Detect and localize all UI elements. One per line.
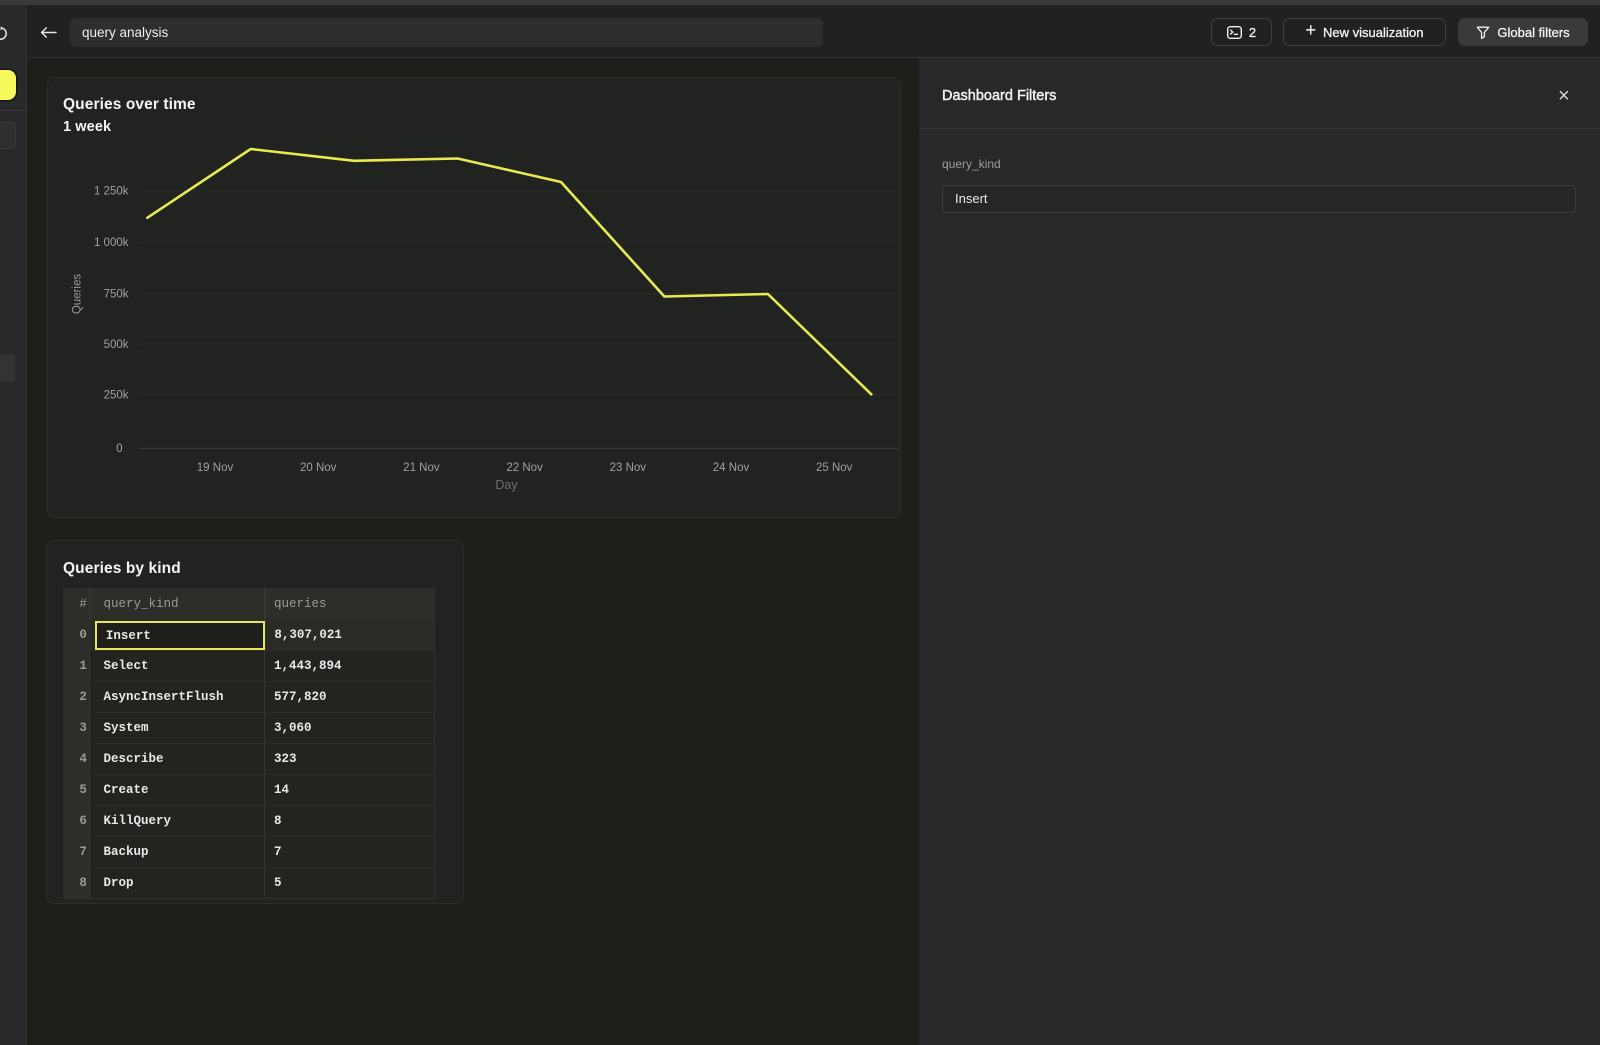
svg-text:0: 0: [116, 443, 122, 455]
svg-text:750k: 750k: [104, 288, 129, 300]
svg-text:Day: Day: [495, 478, 518, 492]
svg-text:1 000k: 1 000k: [94, 237, 129, 249]
svg-text:19 Nov: 19 Nov: [197, 462, 234, 474]
svg-text:250k: 250k: [104, 390, 129, 402]
svg-text:25 Nov: 25 Nov: [816, 462, 853, 474]
svg-text:23 Nov: 23 Nov: [610, 462, 647, 474]
svg-text:21 Nov: 21 Nov: [403, 462, 440, 474]
svg-text:Queries: Queries: [72, 274, 84, 315]
svg-text:22 Nov: 22 Nov: [506, 462, 543, 474]
svg-text:24 Nov: 24 Nov: [713, 462, 750, 474]
svg-text:20 Nov: 20 Nov: [300, 462, 337, 474]
svg-text:1 250k: 1 250k: [94, 186, 129, 198]
svg-text:500k: 500k: [104, 339, 129, 351]
